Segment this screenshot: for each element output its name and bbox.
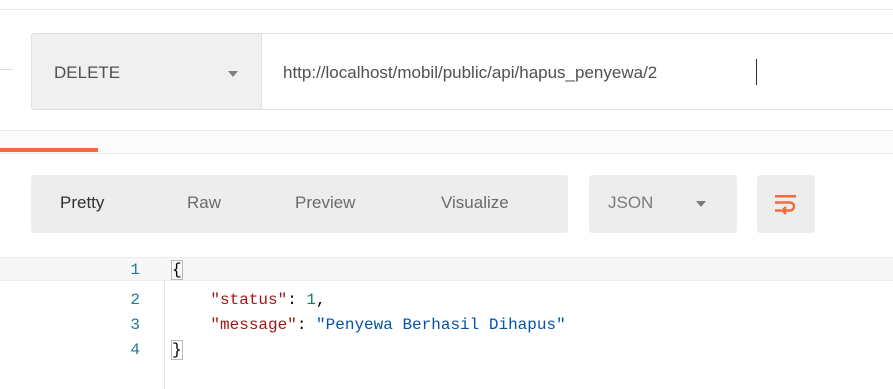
top-strip (0, 0, 893, 10)
code-line: 1 { (0, 257, 893, 281)
code-line: 2 "status": 1, (0, 288, 893, 312)
divider (0, 69, 12, 70)
tab-raw[interactable]: Raw (187, 193, 221, 213)
line-text: "status": 1, (172, 291, 326, 309)
line-text: "message": "Penyewa Berhasil Dihapus" (172, 316, 566, 334)
chevron-down-icon (696, 201, 706, 207)
response-view-tabs: Pretty Raw Preview Visualize (31, 175, 568, 233)
json-brace: { (171, 260, 183, 280)
active-tab-underline (0, 148, 98, 152)
tab-pretty[interactable]: Pretty (60, 193, 104, 213)
method-select[interactable]: DELETE (32, 34, 262, 109)
tab-visualize[interactable]: Visualize (441, 193, 509, 213)
tab-preview[interactable]: Preview (295, 193, 355, 213)
line-text: { (171, 260, 183, 280)
json-key: "message" (210, 316, 297, 334)
line-number: 1 (130, 261, 140, 279)
text-cursor (756, 59, 757, 85)
format-label: JSON (608, 193, 654, 212)
wrap-lines-button[interactable] (757, 175, 815, 233)
json-separator: : (287, 291, 307, 309)
method-label: DELETE (54, 63, 121, 82)
line-number: 2 (130, 291, 140, 309)
code-line: 3 "message": "Penyewa Berhasil Dihapus" (0, 313, 893, 337)
line-text: } (171, 340, 183, 360)
json-key: "status" (210, 291, 288, 309)
format-select[interactable]: JSON (589, 175, 737, 233)
line-number: 4 (130, 341, 140, 359)
response-body[interactable]: 1 { 2 "status": 1, 3 "message": "Penyewa… (0, 256, 893, 389)
chevron-down-icon (228, 71, 238, 77)
json-value: "Penyewa Berhasil Dihapus" (316, 316, 566, 334)
url-input[interactable]: http://localhost/mobil/public/api/hapus_… (283, 63, 657, 83)
code-line: 4 } (0, 338, 893, 362)
line-number: 3 (130, 316, 140, 334)
response-tabs-strip (0, 130, 893, 154)
json-comma: , (316, 291, 326, 309)
request-bar: DELETE http://localhost/mobil/public/api… (31, 33, 893, 110)
json-brace: } (171, 340, 183, 360)
wrap-lines-icon (775, 195, 796, 215)
json-value: 1 (306, 291, 317, 309)
json-separator: : (296, 316, 317, 334)
